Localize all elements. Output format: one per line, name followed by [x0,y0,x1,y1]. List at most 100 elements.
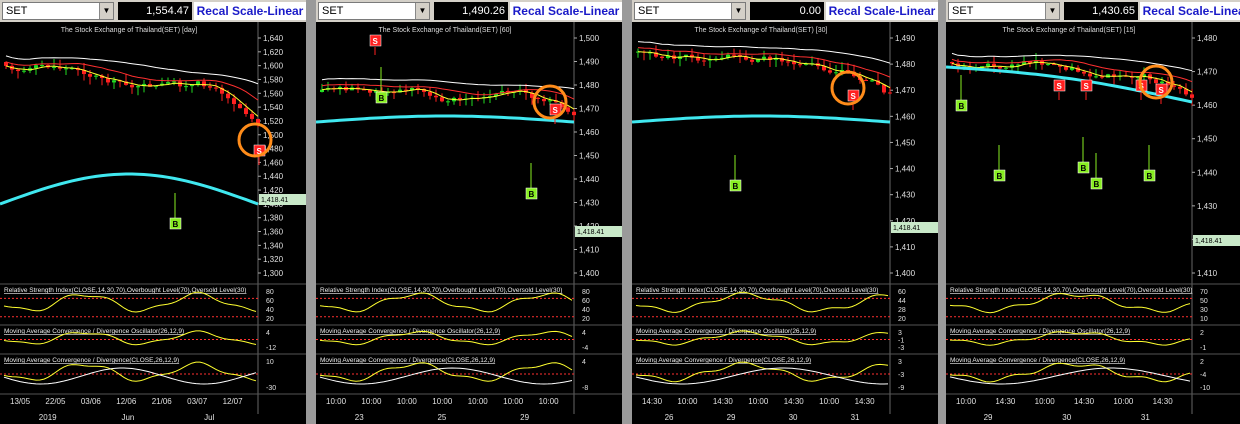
panel-toolbar: SET ▼ 0.00 Recal Scale-Linear [632,0,938,22]
candle-body [52,66,56,68]
price-tick-label: 1,400 [579,269,600,278]
signal-label: S [1084,82,1090,91]
chevron-down-icon[interactable]: ▼ [99,3,113,19]
macd-pane-tick: 4 [582,359,586,366]
panel-toolbar: SET ▼ 1,490.26 Recal Scale-Linear [316,0,622,22]
price-tick-label: 1,540 [263,103,284,112]
macd-pane-label: Moving Average Convergence / Divergence(… [4,357,179,364]
price-tick-label: 1,580 [263,75,284,84]
date-tick-label: 10:00 [1113,397,1134,406]
macd-pane-signal-line [319,367,573,385]
signal-label: B [1147,172,1153,181]
date-group-label: 29 [520,413,529,422]
macd-pane-label: Moving Average Convergence / Divergence(… [636,357,811,364]
recal-scale-button[interactable]: Recal Scale-Linear [826,2,938,20]
price-display: 1,490.26 [434,2,508,20]
macd-pane-label: Moving Average Convergence / Divergence(… [320,357,495,364]
signal-label: S [373,37,379,46]
chevron-down-icon[interactable]: ▼ [415,3,429,19]
macd-pane-label: Moving Average Convergence / Divergence(… [950,357,1125,364]
panel-toolbar: SET ▼ 1,430.65 Recal Scale-Linear [946,0,1240,22]
symbol-select[interactable]: SET ▼ [2,2,114,20]
rsi-pane-tick: 60 [266,298,274,305]
candle-body [428,91,432,96]
date-tick-label: 10:00 [326,397,347,406]
price-tick-label: 1,490 [579,58,600,67]
rsi-pane-tick: 50 [1200,298,1208,305]
candle-body [1088,73,1092,77]
rsi-pane-label: Relative Strength Index(CLOSE,14,30,70),… [4,287,246,294]
price-display: 0.00 [750,2,824,20]
candle-body [828,70,832,73]
signal-label: B [379,94,385,103]
recal-scale-button[interactable]: Recal Scale-Linear [1140,2,1240,20]
price-tick-label: 1,470 [579,105,600,114]
price-tick-label: 1,600 [263,62,284,71]
macd-pane-tick: -3 [898,372,904,379]
candle-body [88,74,92,77]
candle-body [750,59,754,62]
last-price-label: 1,418.41 [1195,238,1222,245]
candle-body [786,61,790,63]
symbol-select[interactable]: SET ▼ [634,2,746,20]
candle-body [244,108,248,114]
signal-label: S [1159,86,1165,95]
candle-body [184,86,188,88]
chevron-down-icon[interactable]: ▼ [1045,3,1059,19]
candle-body [986,63,990,67]
chevron-down-icon[interactable]: ▼ [731,3,745,19]
candle-body [950,62,954,64]
price-display: 1,430.65 [1064,2,1138,20]
signal-label: B [733,182,739,191]
rsi-pane-tick: 28 [898,307,906,314]
price-tick-label: 1,440 [1197,168,1218,177]
last-price-label: 1,418.41 [893,225,920,232]
candle-body [250,113,254,119]
date-group-label: 23 [355,413,364,422]
price-tick-label: 1,470 [895,86,916,95]
recal-scale-button[interactable]: Recal Scale-Linear [510,2,622,20]
price-chart: The Stock Exchange of Thailand(SET) [day… [0,22,306,422]
ma-white-line [321,77,575,90]
rsi-pane-tick: 30 [1200,307,1208,314]
candle-body [660,56,664,58]
date-tick-label: 14:30 [642,397,663,406]
date-tick-label: 14:30 [1153,397,1174,406]
rsi-pane-tick: 80 [582,289,590,296]
price-tick-label: 1,620 [263,48,284,57]
candle-body [112,80,116,83]
date-tick-label: 14:30 [784,397,805,406]
price-tick-label: 1,430 [579,199,600,208]
candle-body [798,64,802,66]
price-display: 1,554.47 [118,2,192,20]
date-group-label: Jul [204,413,214,422]
date-group-label: Jun [121,413,134,422]
candle-body [238,103,242,109]
symbol-select[interactable]: SET ▼ [318,2,430,20]
rsi-pane-line [949,293,1191,314]
candle-body [1178,86,1182,89]
chart-panel-30: SET ▼ 0.00 Recal Scale-Linear The Stock Exch… [632,0,938,424]
candle-body [40,65,44,67]
price-tick-label: 1,490 [895,34,916,43]
macd-osc-pane-tick: 2 [1200,330,1204,337]
price-tick-label: 1,640 [263,34,284,43]
rsi-pane-tick: 44 [898,298,906,305]
price-tick-label: 1,410 [895,243,916,252]
candle-body [166,82,170,84]
macd-osc-pane-tick: -1 [898,338,904,345]
date-tick-label: 10:00 [397,397,418,406]
rsi-pane-tick: 60 [582,298,590,305]
date-group-label: 30 [1062,413,1071,422]
date-tick-label: 14:30 [1074,397,1095,406]
macd-pane-tick: 3 [898,359,902,366]
candle-body [202,81,206,87]
recal-scale-button[interactable]: Recal Scale-Linear [194,2,306,20]
date-tick-label: 10:00 [1035,397,1056,406]
date-group-label: 30 [789,413,798,422]
candle-body [214,87,218,89]
price-tick-label: 1,500 [263,131,284,140]
signal-label: B [529,190,535,199]
symbol-select[interactable]: SET ▼ [948,2,1060,20]
price-tick-label: 1,460 [263,158,284,167]
